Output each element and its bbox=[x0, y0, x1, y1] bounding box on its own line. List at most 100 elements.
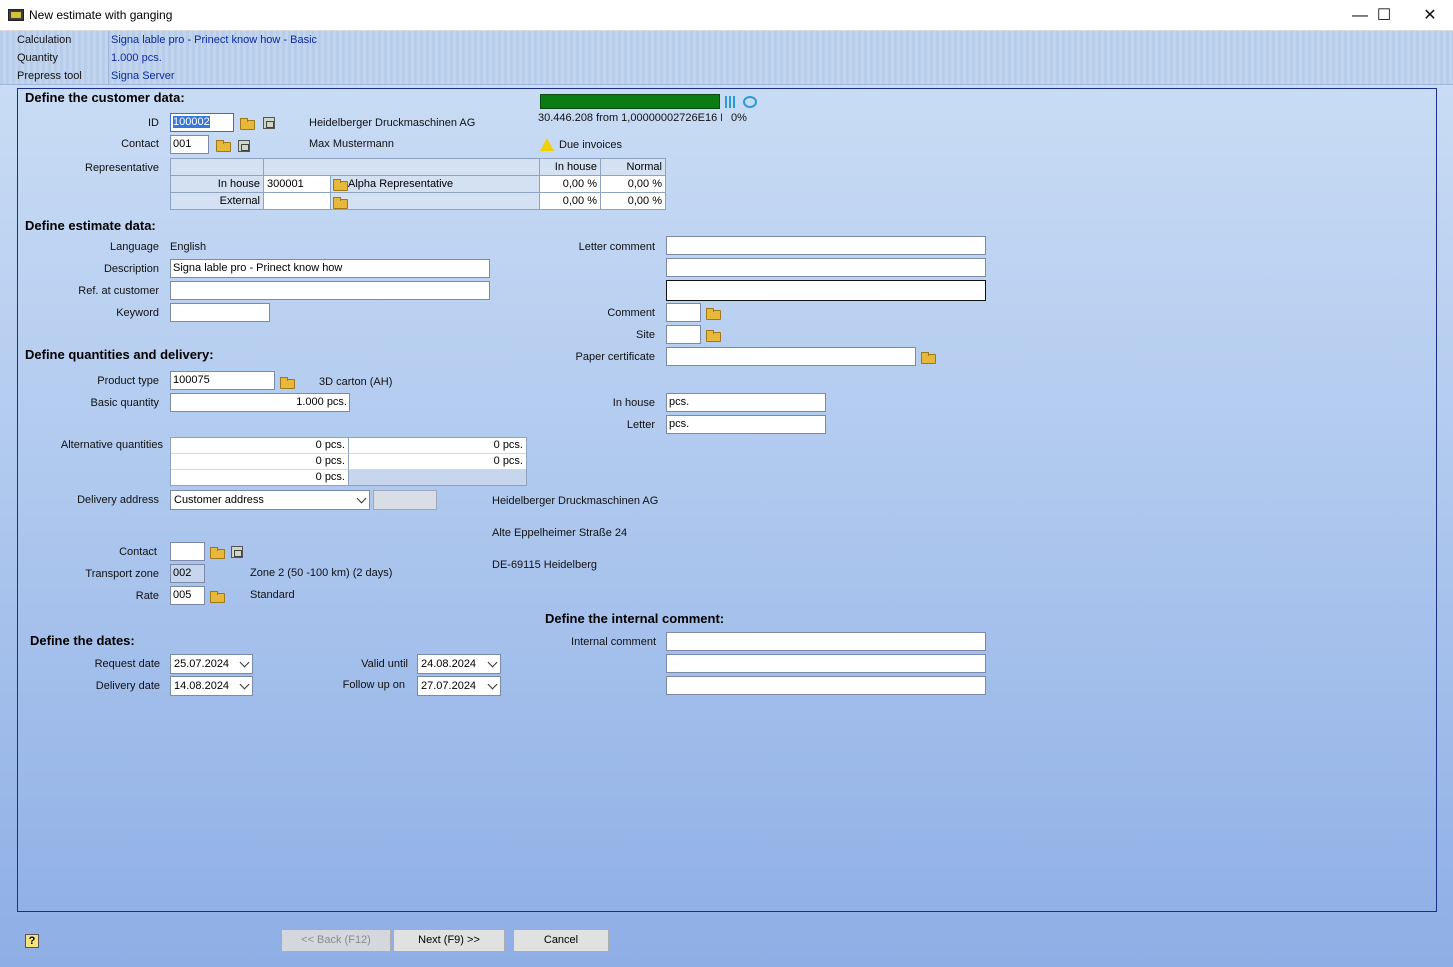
rep-id-input[interactable]: 300001 bbox=[263, 175, 331, 193]
rep-inhouse-value[interactable]: 0,00 % bbox=[539, 175, 601, 193]
request-date-value: 25.07.2024 bbox=[174, 658, 230, 670]
comment-label: Comment bbox=[607, 307, 655, 319]
contact-name: Max Mustermann bbox=[309, 138, 394, 150]
description-input[interactable]: Signa lable pro - Prinect know how bbox=[170, 259, 490, 278]
folder-icon[interactable] bbox=[333, 179, 348, 191]
customer-id-input[interactable]: 100002 bbox=[170, 113, 234, 132]
alt-qty-label: Alternative quantities bbox=[60, 439, 163, 451]
help-icon[interactable]: ? bbox=[25, 934, 39, 948]
alt-qty-grid: 0 pcs. 0 pcs. 0 pcs. 0 pcs. 0 pcs. bbox=[170, 437, 527, 486]
customer-company: Heidelberger Druckmaschinen AG bbox=[309, 117, 476, 129]
col-inhouse-header: In house bbox=[539, 158, 601, 176]
title-bar: New estimate with ganging — ☐ ✕ bbox=[0, 0, 1453, 31]
internal-comment-line3[interactable] bbox=[666, 676, 986, 695]
site-input[interactable] bbox=[666, 325, 701, 344]
prepress-value: Signa Server bbox=[111, 70, 175, 82]
quantities-heading: Define quantities and delivery: bbox=[25, 347, 214, 362]
rep-name: Alpha Representative bbox=[330, 175, 540, 193]
description-label: Description bbox=[103, 263, 159, 275]
site-label: Site bbox=[636, 329, 655, 341]
folder-icon[interactable] bbox=[921, 352, 936, 364]
alt-qty-cell[interactable]: 0 pcs. bbox=[349, 454, 526, 470]
maximize-button[interactable]: ☐ bbox=[1361, 0, 1407, 31]
folder-icon[interactable] bbox=[210, 591, 225, 603]
basic-qty-input[interactable]: 1.000 pcs. bbox=[170, 393, 350, 412]
address-book-icon[interactable] bbox=[263, 117, 275, 129]
letter-qty-input[interactable]: pcs. bbox=[666, 415, 826, 434]
contact-input[interactable]: 001 bbox=[170, 135, 209, 154]
delivery-label: Delivery address bbox=[77, 494, 159, 506]
representative-label: Representative bbox=[85, 162, 159, 174]
close-button[interactable]: ✕ bbox=[1407, 0, 1453, 31]
credit-text: 30.446.208 from 1,00000002726E16 E bbox=[538, 112, 722, 124]
contact-label: Contact bbox=[121, 138, 159, 150]
zone-label: Transport zone bbox=[85, 568, 159, 580]
next-button[interactable]: Next (F9) >> bbox=[393, 929, 505, 952]
folder-icon[interactable] bbox=[706, 330, 721, 342]
internal-comment-line1[interactable] bbox=[666, 632, 986, 651]
credit-progress-bar bbox=[540, 94, 720, 109]
table-header-cell bbox=[170, 158, 264, 176]
alt-qty-cell[interactable]: 0 pcs. bbox=[349, 438, 526, 454]
refresh-icon[interactable] bbox=[743, 96, 757, 108]
folder-icon[interactable] bbox=[333, 197, 348, 209]
folder-icon[interactable] bbox=[216, 140, 231, 152]
request-date-picker[interactable]: 25.07.2024 bbox=[170, 654, 253, 674]
letter-comment-line1[interactable] bbox=[666, 236, 986, 255]
letter-comment-line3[interactable] bbox=[666, 280, 986, 301]
valid-until-label: Valid until bbox=[361, 658, 408, 670]
rep-inhouse-value[interactable]: 0,00 % bbox=[539, 192, 601, 210]
row-label: In house bbox=[170, 175, 264, 193]
rep-normal-value[interactable]: 0,00 % bbox=[600, 192, 666, 210]
calculation-label: Calculation bbox=[17, 34, 72, 46]
address-line-1: Heidelberger Druckmaschinen AG bbox=[492, 495, 659, 507]
address-line-3: DE-69115 Heidelberg bbox=[492, 559, 597, 571]
alt-qty-cell[interactable]: 0 pcs. bbox=[171, 454, 349, 470]
letter-comment-line2[interactable] bbox=[666, 258, 986, 277]
quantity-value: 1.000 pcs. bbox=[111, 52, 162, 64]
delivery-address-select[interactable]: Customer address bbox=[170, 490, 370, 510]
delivery-date-picker[interactable]: 14.08.2024 bbox=[170, 676, 253, 696]
ref-input[interactable] bbox=[170, 281, 490, 300]
delivery-contact-input[interactable] bbox=[170, 542, 205, 561]
internal-comment-line2[interactable] bbox=[666, 654, 986, 673]
estimate-heading: Define estimate data: bbox=[25, 218, 156, 233]
internal-comment-label: Internal comment bbox=[571, 636, 656, 648]
rate-label: Rate bbox=[135, 590, 159, 602]
letter-comment-label: Letter comment bbox=[578, 241, 655, 253]
delivery-extra-field bbox=[373, 490, 437, 510]
delivery-date-label: Delivery date bbox=[95, 680, 160, 692]
chevron-down-icon bbox=[487, 657, 498, 668]
follow-up-value: 27.07.2024 bbox=[421, 680, 477, 692]
representative-table: In house Normal In house 300001 Alpha Re… bbox=[170, 158, 666, 212]
folder-icon[interactable] bbox=[240, 118, 255, 130]
zone-input: 002 bbox=[170, 564, 205, 583]
inhouse-qty-input[interactable]: pcs. bbox=[666, 393, 826, 412]
valid-until-picker[interactable]: 24.08.2024 bbox=[417, 654, 501, 674]
row-label: External bbox=[170, 192, 264, 210]
chart-icon[interactable] bbox=[725, 96, 739, 108]
alt-qty-cell[interactable]: 0 pcs. bbox=[171, 438, 349, 454]
keyword-input[interactable] bbox=[170, 303, 270, 322]
product-type-input[interactable]: 100075 bbox=[170, 371, 275, 390]
alt-qty-cell[interactable]: 0 pcs. bbox=[171, 470, 349, 485]
folder-icon[interactable] bbox=[706, 308, 721, 320]
letter-qty-label: Letter bbox=[626, 419, 655, 431]
chevron-down-icon bbox=[487, 679, 498, 690]
chevron-down-icon bbox=[239, 679, 250, 690]
address-book-icon[interactable] bbox=[231, 546, 243, 558]
dates-heading: Define the dates: bbox=[30, 633, 135, 648]
cancel-button[interactable]: Cancel bbox=[513, 929, 609, 952]
prepress-label: Prepress tool bbox=[17, 70, 82, 82]
address-book-icon[interactable] bbox=[238, 140, 250, 152]
folder-icon[interactable] bbox=[280, 377, 295, 389]
rate-input[interactable]: 005 bbox=[170, 586, 205, 605]
folder-icon[interactable] bbox=[210, 547, 225, 559]
comment-input[interactable] bbox=[666, 303, 701, 322]
paper-cert-input[interactable] bbox=[666, 347, 916, 366]
zone-name: Zone 2 (50 -100 km) (2 days) bbox=[250, 567, 393, 579]
rep-normal-value[interactable]: 0,00 % bbox=[600, 175, 666, 193]
rep-id-input[interactable] bbox=[263, 192, 331, 210]
follow-up-picker[interactable]: 27.07.2024 bbox=[417, 676, 501, 696]
back-button[interactable]: << Back (F12) bbox=[281, 929, 391, 952]
